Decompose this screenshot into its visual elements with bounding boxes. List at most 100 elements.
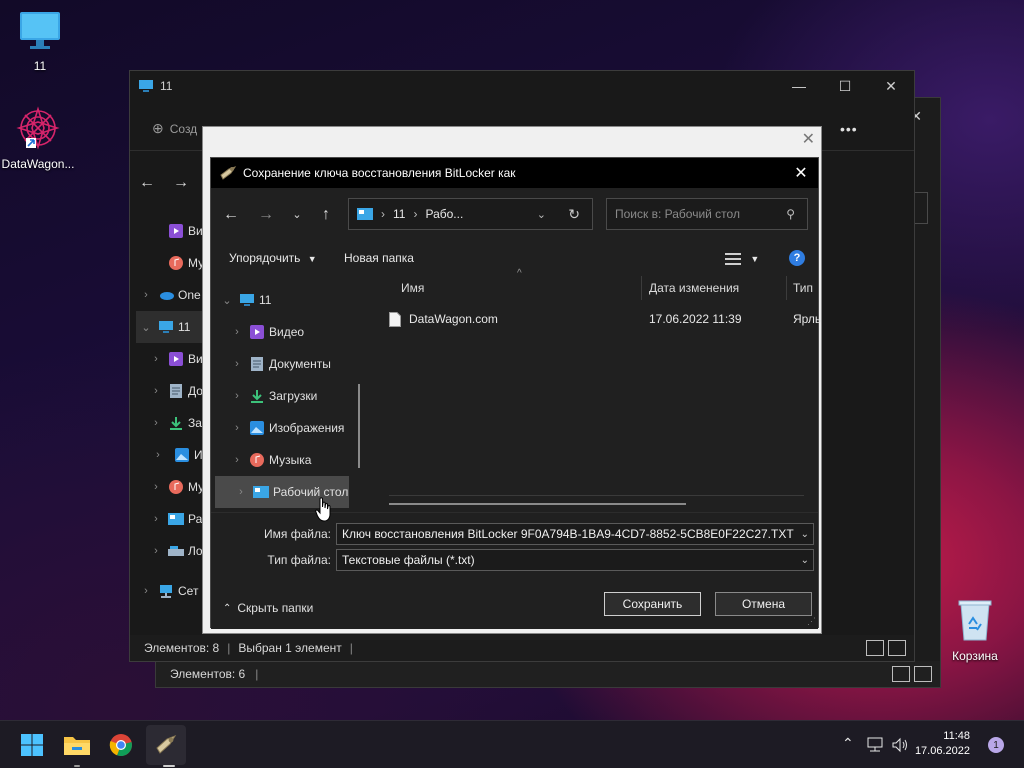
window-controls: — ☐ ✕ (776, 71, 914, 101)
video-folder-icon (168, 351, 184, 367)
network-icon[interactable] (866, 737, 884, 753)
chevron-right-icon[interactable]: › (136, 585, 156, 597)
tiles-view-icon[interactable] (914, 666, 932, 682)
chevron-right-icon[interactable]: › (148, 447, 168, 463)
details-view-icon[interactable] (892, 666, 910, 682)
file-explorer-button[interactable] (61, 729, 93, 761)
tiles-view-icon[interactable] (888, 640, 906, 656)
start-button[interactable] (16, 729, 48, 761)
search-icon[interactable]: ⚲ (786, 207, 795, 221)
view-menu-button[interactable]: ▼ (725, 251, 759, 265)
chevron-up-icon[interactable]: ⌃ (842, 735, 854, 752)
organize-button[interactable]: Упорядочить ▼ (229, 251, 317, 265)
chevron-right-icon[interactable]: › (227, 454, 247, 466)
desktop-icon-this-pc[interactable]: 11 (0, 10, 80, 73)
status-divider: | (227, 641, 231, 655)
image-folder-icon (174, 447, 190, 463)
search-input[interactable]: Поиск в: Рабочий стол ⚲ (606, 198, 808, 230)
forward-icon[interactable]: → (164, 174, 198, 192)
hide-folders-button[interactable]: ⌃ Скрыть папки (223, 601, 313, 615)
address-bar[interactable]: › 11 › Рабо... ⌄ ↻ (348, 198, 593, 230)
save-dialog[interactable]: Сохранение ключа восстановления BitLocke… (210, 157, 823, 629)
window-title: 11 (160, 79, 173, 93)
view-switcher[interactable] (892, 666, 932, 682)
bitlocker-key-icon (156, 735, 177, 754)
tree-item-music[interactable]: › Музыка (211, 444, 361, 476)
back-icon[interactable]: ← (219, 206, 243, 224)
close-icon[interactable]: ✕ (868, 71, 914, 101)
volume-icon[interactable] (892, 737, 910, 753)
chevron-down-icon[interactable]: ⌄ (801, 529, 809, 540)
chevron-right-icon[interactable]: › (146, 353, 166, 365)
desktop-icon-datawagon[interactable]: DataWagon... (0, 106, 78, 171)
tree-item-videos[interactable]: › Видео (211, 316, 361, 348)
forward-icon[interactable]: → (254, 206, 278, 224)
chevron-right-icon[interactable]: › (231, 486, 251, 498)
chevron-right-icon[interactable]: › (227, 326, 247, 338)
filename-input[interactable]: Ключ восстановления BitLocker 9F0A794B-1… (336, 523, 814, 545)
back-icon[interactable]: ← (130, 174, 164, 192)
chrome-button[interactable] (105, 729, 137, 761)
chevron-right-icon[interactable]: › (146, 481, 166, 493)
chevron-right-icon[interactable]: › (136, 289, 156, 301)
tree-item-this-pc[interactable]: ⌄ 11 (211, 284, 361, 316)
tree-item-documents[interactable]: › Документы (211, 348, 361, 380)
horizontal-scrollbar[interactable] (389, 503, 686, 505)
chevron-right-icon[interactable]: › (227, 358, 247, 370)
view-switcher[interactable] (866, 640, 906, 656)
selected-count: Выбран 1 элемент (238, 641, 342, 655)
breadcrumb-item[interactable]: Рабо... (425, 207, 463, 221)
save-options: Имя файла: Ключ восстановления BitLocker… (211, 512, 818, 629)
more-options-button[interactable]: ••• (840, 121, 858, 137)
desktop-icon-recycle-bin[interactable]: Корзина (935, 598, 1015, 663)
maximize-icon[interactable]: ☐ (822, 71, 868, 101)
chevron-right-icon[interactable]: › (146, 513, 166, 525)
bitlocker-button[interactable] (150, 729, 182, 761)
chevron-down-icon[interactable]: ⌄ (217, 294, 237, 307)
file-row[interactable]: DataWagon.com 17.06.2022 11:39 Ярль (389, 307, 823, 331)
column-divider[interactable] (641, 276, 642, 300)
recent-locations-icon[interactable]: ⌄ (285, 208, 309, 221)
chevron-right-icon[interactable]: › (146, 385, 166, 397)
close-icon[interactable]: ✕ (784, 158, 818, 188)
resize-grip-icon[interactable]: ⋰ (807, 616, 816, 627)
clock-time: 11:48 (943, 730, 970, 742)
chevron-down-icon[interactable]: ⌄ (801, 555, 809, 566)
filetype-select[interactable]: Текстовые файлы (*.txt) ⌄ (336, 549, 814, 571)
hide-folders-label: Скрыть папки (237, 601, 314, 615)
new-folder-button[interactable]: Новая папка (344, 251, 414, 265)
tree-item-label: Музыка (269, 453, 312, 467)
status-divider: | (255, 667, 259, 681)
column-header-type[interactable]: Тип (793, 274, 813, 302)
column-header-name[interactable]: Имя (401, 274, 424, 302)
system-clock[interactable]: 11:48 17.06.2022 (910, 729, 970, 759)
save-button[interactable]: Сохранить (604, 592, 701, 616)
chevron-right-icon[interactable]: › (146, 545, 166, 557)
up-icon[interactable]: ↑ (314, 206, 338, 224)
chevron-right-icon[interactable]: › (146, 417, 166, 429)
column-header-date[interactable]: Дата изменения (649, 274, 739, 302)
minimize-icon[interactable]: — (776, 71, 822, 101)
chevron-down-icon[interactable]: ⌄ (136, 321, 156, 334)
image-folder-icon (249, 420, 265, 436)
chevron-right-icon[interactable]: › (227, 422, 247, 434)
new-icon[interactable]: ⊕ (152, 120, 164, 137)
details-view-icon[interactable] (866, 640, 884, 656)
new-button[interactable]: Созд (170, 122, 197, 136)
monitor-icon (139, 80, 153, 92)
chevron-down-icon[interactable]: ⌄ (537, 208, 546, 221)
breadcrumb-separator: › (381, 207, 385, 221)
column-divider[interactable] (786, 276, 787, 300)
tree-item-downloads[interactable]: › Загрузки (211, 380, 361, 412)
close-icon[interactable]: ✕ (802, 129, 815, 149)
help-icon[interactable]: ? (789, 250, 805, 266)
refresh-icon[interactable]: ↻ (568, 206, 580, 223)
tree-scrollbar[interactable] (358, 384, 360, 468)
tree-item-pictures[interactable]: › Изображения (211, 412, 361, 444)
breadcrumb-item[interactable]: 11 (393, 207, 405, 221)
notification-badge[interactable]: 1 (988, 737, 1004, 753)
tree-item-label: Изображения (269, 421, 345, 435)
file-list: ^ Имя Дата изменения Тип DataWagon.com 1… (371, 268, 823, 512)
cancel-button[interactable]: Отмена (715, 592, 812, 616)
chevron-right-icon[interactable]: › (227, 390, 247, 402)
